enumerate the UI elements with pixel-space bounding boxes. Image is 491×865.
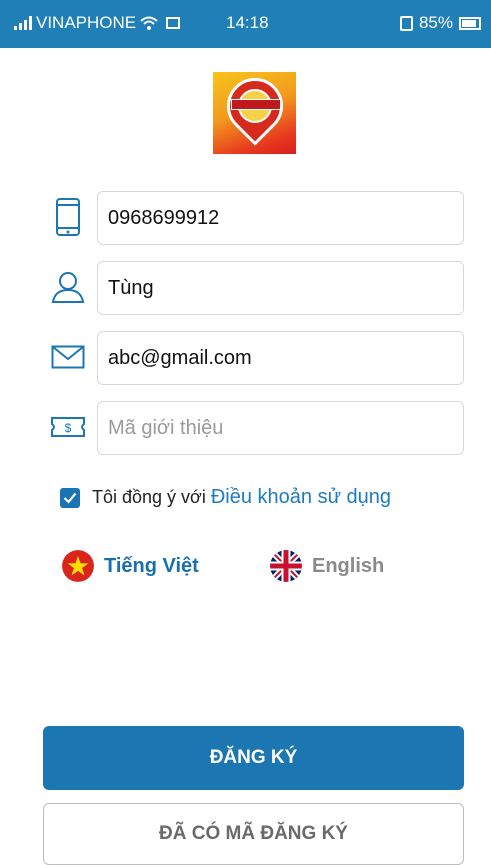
- status-right: 85%: [399, 13, 481, 33]
- battery-icon: [459, 16, 481, 30]
- terms-row: Tôi đồng ý với Điều khoản sử dụng: [60, 486, 391, 509]
- phone-field[interactable]: 0968699912: [97, 191, 464, 245]
- referral-placeholder: Mã giới thiệu: [108, 416, 224, 439]
- language-vietnamese[interactable]: Tiếng Việt: [62, 550, 199, 582]
- language-english[interactable]: English: [270, 550, 384, 582]
- referral-code-field[interactable]: Mã giới thiệu: [97, 401, 464, 455]
- name-field[interactable]: Tùng: [97, 261, 464, 315]
- terms-link[interactable]: Điều khoản sử dụng: [211, 486, 391, 509]
- have-code-button[interactable]: ĐÃ CÓ MÃ ĐĂNG KÝ: [43, 803, 464, 865]
- app-logo: [213, 66, 296, 154]
- carrier-name: VINAPHONE: [36, 13, 137, 32]
- status-bar: VINAPHONE 14:18 85%: [0, 0, 491, 48]
- sim-icon: [399, 15, 413, 31]
- uk-flag-icon: [270, 550, 302, 582]
- terms-text: Tôi đồng ý với: [92, 487, 206, 507]
- svg-text:$: $: [65, 421, 72, 435]
- ticket-icon: $: [49, 408, 87, 446]
- language-english-label: English: [312, 554, 385, 577]
- phone-icon: [49, 198, 87, 236]
- register-button[interactable]: ĐĂNG KÝ: [43, 726, 464, 790]
- clock: 14:18: [226, 13, 269, 32]
- language-vietnamese-label: Tiếng Việt: [104, 554, 199, 577]
- email-field[interactable]: abc@gmail.com: [97, 331, 464, 385]
- vietnam-flag-icon: [62, 550, 94, 582]
- user-icon: [49, 268, 87, 306]
- logo-ribbon: [231, 99, 281, 110]
- image-notification-icon: [166, 17, 181, 29]
- terms-checkbox[interactable]: [60, 487, 80, 508]
- signal-icon: [14, 16, 32, 30]
- wifi-icon: [140, 16, 158, 30]
- status-left: VINAPHONE: [14, 13, 181, 33]
- mail-icon: [49, 338, 87, 376]
- check-icon: [63, 492, 77, 504]
- battery-percent: 85%: [418, 13, 453, 32]
